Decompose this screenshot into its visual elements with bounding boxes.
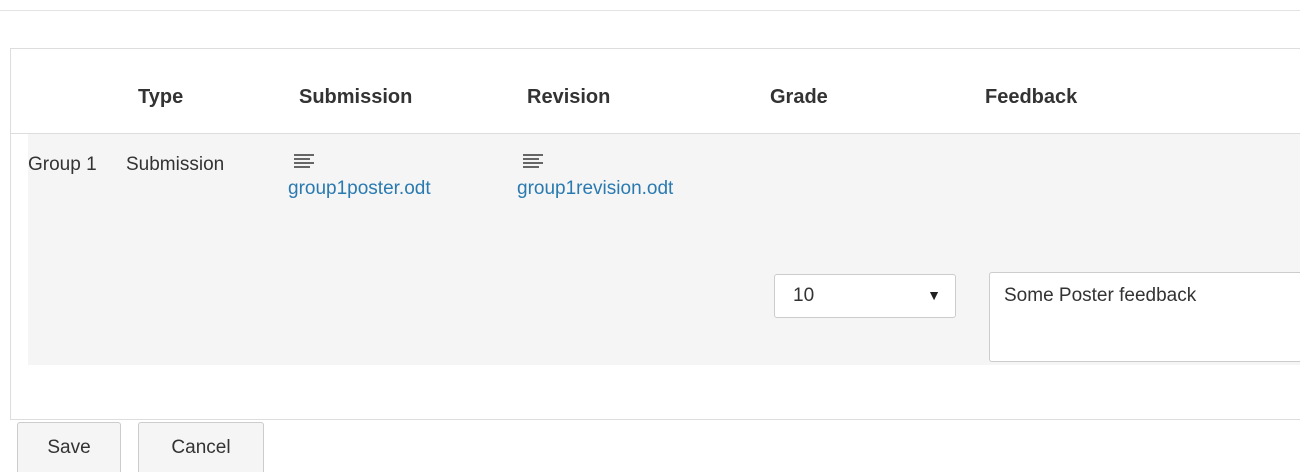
group-name: Group 1 [28,154,97,175]
grading-table: Type Submission Revision Grade Feedback … [10,48,1300,420]
revision-file: group1revision.odt [517,154,673,200]
revision-file-link[interactable]: group1revision.odt [517,178,673,200]
header-feedback: Feedback [985,86,1078,108]
document-icon[interactable] [294,154,314,172]
header-grade: Grade [770,86,828,108]
save-button[interactable]: Save [17,422,121,472]
submission-file-link[interactable]: group1poster.odt [288,178,431,200]
grade-value: 10 [793,285,815,306]
submission-type: Submission [126,154,225,175]
top-divider [0,10,1300,11]
caret-down-icon: ▼ [927,287,941,303]
feedback-textarea[interactable]: Some Poster feedback [989,272,1300,362]
header-type: Type [138,86,184,108]
document-icon[interactable] [523,154,543,172]
table-header: Type Submission Revision Grade Feedback [11,49,1300,134]
grade-select[interactable]: 10 ▼ [774,274,956,318]
table-row: Group 1 Submission group1poster.odt grou… [28,134,1300,365]
cancel-button[interactable]: Cancel [138,422,264,472]
header-submission: Submission [299,86,413,108]
submission-file: group1poster.odt [288,154,431,200]
header-revision: Revision [527,86,611,108]
